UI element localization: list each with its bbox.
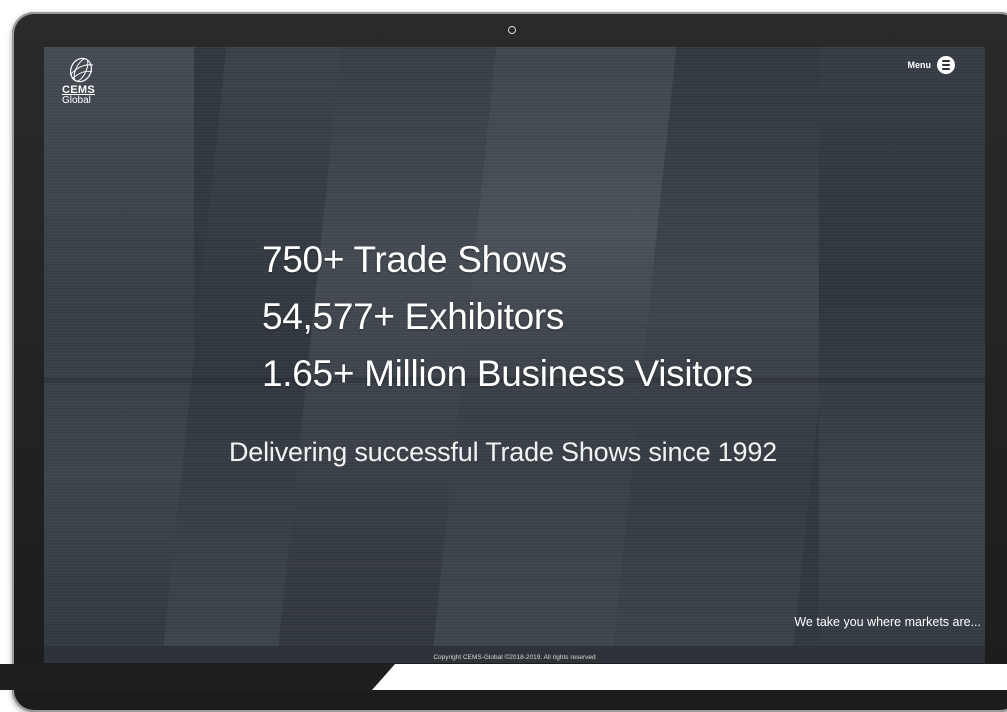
- logo-subtitle: Global: [62, 95, 91, 106]
- laptop-frame-bottom: [0, 664, 1007, 690]
- stat-business-visitors: 1.65+ Million Business Visitors: [262, 353, 753, 394]
- copyright-text: Copyright CEMS-Global ©2018-2019. All ri…: [433, 654, 596, 661]
- stat-exhibitors: 54,577+ Exhibitors: [262, 296, 565, 337]
- footer-bar: Copyright CEMS-Global ©2018-2019. All ri…: [44, 646, 985, 663]
- hero-tagline: Delivering successful Trade Shows since …: [229, 437, 777, 467]
- cems-global-logo[interactable]: CEMS Global: [62, 55, 102, 106]
- menu-button[interactable]: Menu: [907, 56, 955, 74]
- hamburger-circle-icon[interactable]: [937, 56, 955, 74]
- hero-stats: 750+ Trade Shows 54,577+ Exhibitors 1.65…: [262, 231, 753, 402]
- website-hero-screen: CEMS Global Menu 750+ Trade Shows 54,577…: [44, 47, 985, 663]
- stat-trade-shows: 750+ Trade Shows: [262, 239, 567, 280]
- hero-slogan: We take you where markets are...: [794, 615, 981, 629]
- globe-swirl-icon: [69, 57, 94, 83]
- menu-label: Menu: [907, 60, 932, 70]
- webcam-icon: [508, 26, 516, 34]
